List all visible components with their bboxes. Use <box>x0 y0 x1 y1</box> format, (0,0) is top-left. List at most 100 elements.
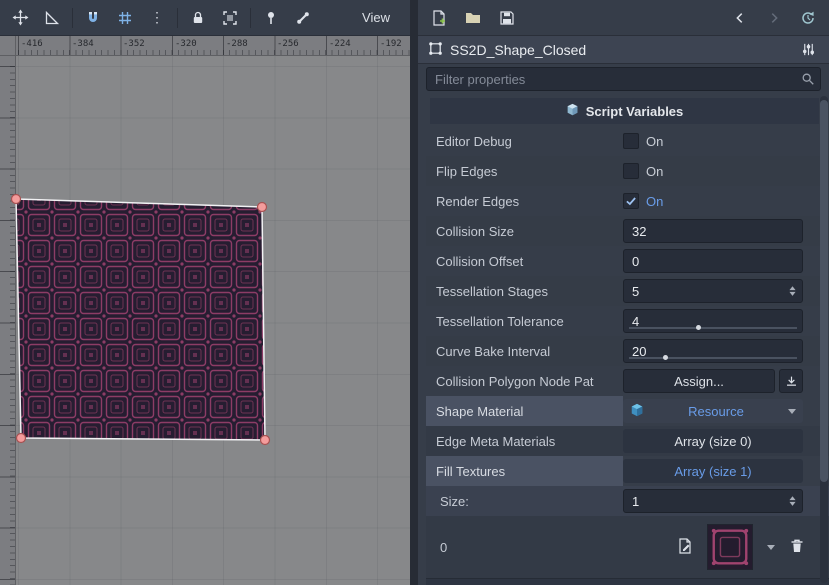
property-label: Flip Edges <box>426 156 623 186</box>
bone-icon[interactable] <box>291 6 315 30</box>
property-label: Collision Offset <box>426 246 623 276</box>
ruler-label: -256 <box>277 39 299 49</box>
property-label: Editor Debug <box>426 126 623 156</box>
delete-item-trash-icon[interactable] <box>789 538 805 557</box>
checkbox-checked[interactable] <box>623 193 639 209</box>
property-row-render-edges: Render Edges On <box>426 186 829 216</box>
checkbox-unchecked[interactable] <box>623 163 639 179</box>
shape-ss2d[interactable] <box>0 56 410 585</box>
viewport-canvas[interactable] <box>0 56 410 585</box>
property-label: Collision Size <box>426 216 623 246</box>
save-resource-icon[interactable] <box>496 7 518 29</box>
history-back-icon[interactable] <box>729 7 751 29</box>
property-label: Render Edges <box>426 186 623 216</box>
horizontal-ruler: -416 -384 -352 -320 -288 -256 -224 -192 <box>16 36 410 56</box>
edit-resource-icon[interactable] <box>677 538 693 557</box>
toolbar-separator <box>72 8 73 28</box>
assign-node-path-button[interactable]: Assign... <box>623 369 775 393</box>
vertex-handle[interactable] <box>261 436 270 445</box>
node-type-icon <box>428 41 443 59</box>
smart-snap-icon[interactable] <box>81 6 105 30</box>
load-resource-folder-icon[interactable] <box>462 7 484 29</box>
ruler-mode-icon[interactable] <box>40 6 64 30</box>
ruler-label: -320 <box>175 39 197 49</box>
ruler-label: -352 <box>123 39 145 49</box>
property-label: Tessellation Stages <box>426 276 623 306</box>
category-script-variables[interactable]: Script Variables <box>430 98 819 124</box>
property-row-flip-edges: Flip Edges On <box>426 156 829 186</box>
array-size-field[interactable] <box>623 489 803 513</box>
property-row-edge-meta-materials: Edge Meta Materials Array (size 0) <box>426 426 829 456</box>
ruler-label: -384 <box>72 39 94 49</box>
view-menu-label: View <box>362 10 390 25</box>
pick-node-icon[interactable] <box>779 369 803 393</box>
property-label: Shape Material <box>426 396 623 426</box>
array-size-row: Size: <box>426 486 829 516</box>
property-row-fill-textures: Fill Textures Array (size 1) <box>426 456 829 486</box>
inspector-scrollbar[interactable] <box>820 96 828 583</box>
edge-meta-materials-array-button[interactable]: Array (size 0) <box>623 429 803 453</box>
viewport-pane: ⋮ View -416 -384 -352 -320 -288 -256 <box>0 0 410 585</box>
property-label: Edge Meta Materials <box>426 426 623 456</box>
property-row-tessellation-stages: Tessellation Stages <box>426 276 829 306</box>
edited-object-bar[interactable]: SS2D_Shape_Closed <box>418 36 829 64</box>
fill-textures-array-editor: Size: 0 <box>426 486 829 578</box>
property-row-collision-offset: Collision Offset <box>426 246 829 276</box>
category-label: Script Variables <box>586 104 684 119</box>
new-resource-icon[interactable] <box>428 7 450 29</box>
value-slider[interactable] <box>629 357 797 359</box>
manage-properties-icon[interactable] <box>797 39 819 61</box>
object-history-icon[interactable] <box>797 7 819 29</box>
array-item-index: 0 <box>440 540 663 555</box>
skeleton-pin-icon[interactable] <box>259 6 283 30</box>
scrollbar-thumb[interactable] <box>820 100 828 482</box>
shape-polygon[interactable] <box>16 199 265 440</box>
lock-icon[interactable] <box>186 6 210 30</box>
texture-preview-thumbnail[interactable] <box>707 524 753 570</box>
checkbox-unchecked[interactable] <box>623 133 639 149</box>
vertex-handle[interactable] <box>258 203 267 212</box>
move-tool-icon[interactable] <box>8 6 32 30</box>
chevron-down-icon <box>788 409 796 414</box>
history-forward-icon[interactable] <box>763 7 785 29</box>
property-row-curve-bake-interval: Curve Bake Interval <box>426 336 829 366</box>
ruler-label: -224 <box>329 39 351 49</box>
collision-size-field[interactable] <box>623 219 803 243</box>
view-menu-button[interactable]: View <box>350 6 402 30</box>
inspector-panel: SS2D_Shape_Closed Script Variables Edito… <box>410 0 829 585</box>
ruler-corner <box>0 36 16 56</box>
property-row-tessellation-tolerance: Tessellation Tolerance <box>426 306 829 336</box>
property-label: Fill Textures <box>426 456 623 486</box>
array-size-label: Size: <box>426 486 623 516</box>
ruler-label: -288 <box>226 39 248 49</box>
material-resource-icon <box>630 403 644 420</box>
edited-object-name: SS2D_Shape_Closed <box>450 42 790 58</box>
checkbox-label: On <box>646 164 663 179</box>
grid-snap-icon[interactable] <box>113 6 137 30</box>
fill-textures-array-button[interactable]: Array (size 1) <box>623 459 803 483</box>
value-slider[interactable] <box>629 327 797 329</box>
next-section-cutoff <box>426 578 829 585</box>
property-label: Collision Polygon Node Pat <box>426 366 623 396</box>
tessellation-tolerance-field[interactable] <box>623 309 803 333</box>
property-row-editor-debug: Editor Debug On <box>426 126 829 156</box>
inspector-properties: Script Variables Editor Debug On Flip Ed… <box>426 94 829 585</box>
filter-bar <box>418 64 829 94</box>
shape-material-resource-button[interactable]: Resource <box>623 399 803 423</box>
property-label: Tessellation Tolerance <box>426 306 623 336</box>
spinbox-updown-icon[interactable] <box>787 284 798 301</box>
filter-properties-input[interactable] <box>426 67 821 91</box>
vertex-handle[interactable] <box>17 434 26 443</box>
spinbox-updown-icon[interactable] <box>787 494 798 511</box>
snap-options-icon[interactable]: ⋮ <box>145 6 169 30</box>
resource-label: Resource <box>644 404 788 419</box>
vertex-handle[interactable] <box>12 195 21 204</box>
chevron-down-icon[interactable] <box>767 545 775 550</box>
group-icon[interactable] <box>218 6 242 30</box>
tessellation-stages-field[interactable] <box>623 279 803 303</box>
curve-bake-interval-field[interactable] <box>623 339 803 363</box>
checkbox-label: On <box>646 194 663 209</box>
ruler-label: -416 <box>21 39 43 49</box>
script-icon <box>566 103 579 119</box>
collision-offset-field[interactable] <box>623 249 803 273</box>
